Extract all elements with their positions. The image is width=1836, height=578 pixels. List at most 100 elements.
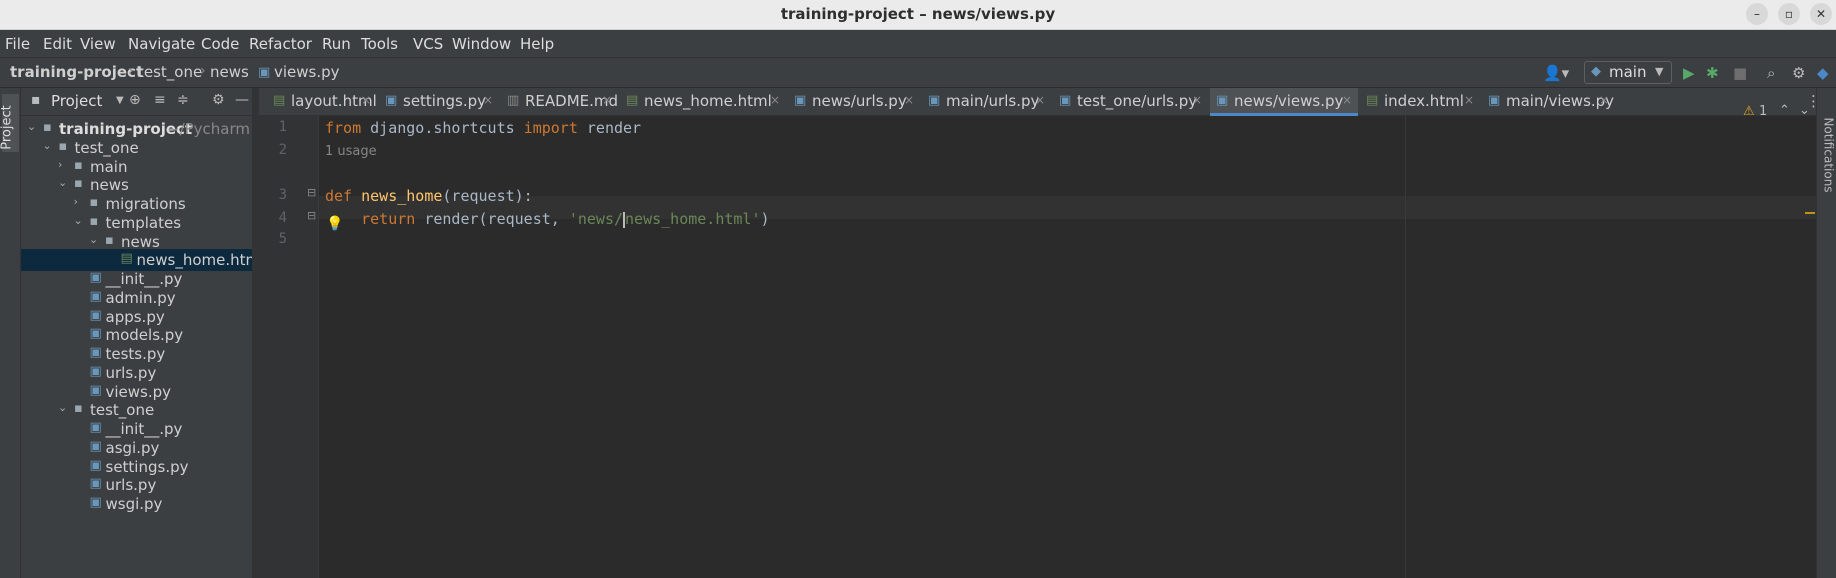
- tree-item-label: wsgi.py: [105, 495, 163, 513]
- project-tool-button[interactable]: Project: [0, 94, 19, 152]
- locate-icon[interactable]: ⊕: [129, 92, 141, 108]
- tab-main-views-py[interactable]: ▣ main/views.py ×: [1482, 88, 1615, 116]
- tab-readme-md[interactable]: ▥ README.md ×: [501, 88, 618, 116]
- chevron-down-icon[interactable]: ⌄: [27, 120, 39, 133]
- settings-icon[interactable]: ⚙: [1792, 64, 1805, 82]
- right-margin-guide: [1405, 116, 1406, 578]
- breadcrumb-separator: ›: [200, 63, 206, 79]
- fold-icon[interactable]: ⊟: [307, 186, 316, 199]
- notifications-tool-label[interactable]: Notifications: [1822, 117, 1836, 192]
- breadcrumb-separator: ›: [128, 63, 134, 79]
- code-editor[interactable]: from django.shortcuts import render def n…: [319, 103, 1816, 578]
- menu-tools[interactable]: Tools: [361, 35, 398, 53]
- menu-code[interactable]: Code: [201, 35, 239, 53]
- tab-label: news_home.html: [644, 92, 772, 110]
- menu-navigate[interactable]: Navigate: [128, 35, 195, 53]
- close-tab-icon[interactable]: ×: [361, 93, 371, 107]
- run-icon[interactable]: ▶: [1683, 64, 1695, 82]
- breadcrumb-item[interactable]: news: [210, 63, 249, 81]
- tab-main-urls-py[interactable]: ▣ main/urls.py ×: [922, 88, 1051, 116]
- python-file-icon: ▣: [794, 93, 807, 108]
- inspection-count[interactable]: 1: [1759, 104, 1767, 119]
- tree-item-label: models.py: [105, 326, 184, 345]
- menu-window[interactable]: Window: [452, 35, 511, 53]
- next-highlight-icon[interactable]: ⌄: [1799, 103, 1810, 118]
- menu-bar: File Edit View Navigate Code Refactor Ru…: [0, 30, 1836, 58]
- project-panel-title[interactable]: Project: [51, 92, 102, 110]
- toolbox-icon[interactable]: ◆: [1817, 64, 1829, 82]
- tab-settings-py[interactable]: ▣ settings.py ×: [379, 88, 499, 116]
- menu-file[interactable]: File: [5, 35, 30, 53]
- gear-icon[interactable]: ⚙: [212, 92, 225, 108]
- chevron-down-icon[interactable]: ▼: [116, 95, 124, 106]
- project-panel: ▪ Project ▼ ⊕ ≡ ≑ ⚙ — ⌄ ▪ training-project…: [21, 88, 253, 578]
- close-tab-icon[interactable]: ×: [1342, 93, 1352, 107]
- tab-label: main/urls.py: [946, 92, 1040, 110]
- tree-item-label: main: [90, 157, 128, 176]
- tab-news-urls-py[interactable]: ▣ news/urls.py ×: [788, 88, 920, 116]
- folder-icon: ▪: [74, 157, 83, 173]
- menu-refactor[interactable]: Refactor: [249, 35, 312, 53]
- menu-help[interactable]: Help: [520, 35, 554, 53]
- tree-item-wsgi-py[interactable]: ▣ wsgi.py: [21, 493, 252, 515]
- line-number: 2: [278, 142, 287, 158]
- chevron-right-icon[interactable]: ›: [74, 195, 86, 208]
- hide-icon[interactable]: —: [235, 92, 249, 108]
- user-icon[interactable]: 👤▾: [1543, 64, 1569, 82]
- close-tab-icon[interactable]: ×: [1464, 93, 1474, 107]
- breadcrumb-item[interactable]: views.py: [274, 63, 340, 81]
- chevron-down-icon[interactable]: ⌄: [74, 214, 86, 227]
- expand-all-icon[interactable]: ≡: [154, 92, 166, 108]
- minimize-button[interactable]: –: [1746, 3, 1768, 25]
- code-line[interactable]: from django.shortcuts import render: [325, 119, 641, 137]
- warning-icon[interactable]: ⚠: [1743, 104, 1755, 119]
- menu-vcs[interactable]: VCS: [413, 35, 443, 53]
- breadcrumb-item[interactable]: test_one: [138, 63, 202, 81]
- python-file-icon: ▣: [385, 93, 398, 108]
- search-icon[interactable]: ⌕: [1767, 64, 1775, 82]
- intention-lightbulb-icon[interactable]: 💡: [326, 216, 343, 232]
- close-tab-icon[interactable]: ×: [483, 93, 493, 107]
- close-tab-icon[interactable]: ×: [1035, 93, 1045, 107]
- warning-marker[interactable]: [1805, 212, 1815, 214]
- menu-run[interactable]: Run: [322, 35, 351, 53]
- close-tab-icon[interactable]: ×: [770, 93, 780, 107]
- code-line[interactable]: return render(request, 'news/news_home.h…: [325, 210, 770, 228]
- code-token: ): [760, 210, 770, 228]
- chevron-down-icon[interactable]: ⌄: [43, 139, 55, 152]
- chevron-right-icon[interactable]: ›: [58, 158, 70, 171]
- run-config-select[interactable]: ◆ main ▼: [1584, 61, 1672, 84]
- maximize-button[interactable]: ▫: [1778, 3, 1800, 25]
- fold-end-icon[interactable]: ⊟: [307, 209, 316, 222]
- tab-news-views-py[interactable]: ▣ news/views.py ×: [1210, 88, 1358, 116]
- close-tab-icon[interactable]: ×: [1192, 93, 1202, 107]
- menu-view[interactable]: View: [80, 35, 116, 53]
- code-line[interactable]: def news_home(request):: [325, 187, 533, 205]
- python-file-icon: ▣: [89, 438, 102, 454]
- close-button[interactable]: ✕: [1810, 3, 1832, 25]
- python-file-icon: ▣: [89, 382, 102, 398]
- close-tab-icon[interactable]: ×: [1599, 93, 1609, 107]
- tab-layout-html[interactable]: ▤ layout.html ×: [267, 88, 377, 116]
- tree-item-label: news_home.htm: [136, 251, 253, 270]
- collapse-all-icon[interactable]: ≑: [177, 92, 189, 108]
- usage-hint[interactable]: 1 usage: [325, 144, 377, 159]
- close-tab-icon[interactable]: ×: [602, 93, 612, 107]
- debug-icon[interactable]: ✱: [1706, 64, 1719, 82]
- close-tab-icon[interactable]: ×: [904, 93, 914, 107]
- chevron-down-icon[interactable]: ⌄: [58, 176, 70, 189]
- html-file-icon: ▤: [626, 93, 639, 108]
- chevron-down-icon[interactable]: ⌄: [58, 401, 70, 414]
- previous-highlight-icon[interactable]: ⌃: [1779, 103, 1790, 118]
- stop-icon[interactable]: ■: [1733, 64, 1747, 82]
- code-token: render(request,: [415, 210, 569, 228]
- tab-index-html[interactable]: ▤ index.html ×: [1360, 88, 1480, 116]
- chevron-down-icon[interactable]: ⌄: [89, 233, 101, 246]
- tree-item-label: test_one: [90, 401, 155, 420]
- menu-edit[interactable]: Edit: [43, 35, 72, 53]
- tree-item-label: test_one: [74, 138, 139, 157]
- tab-news-home-html[interactable]: ▤ news_home.html ×: [620, 88, 786, 116]
- breadcrumb-project[interactable]: training-project: [10, 63, 143, 81]
- code-token: from: [325, 119, 362, 137]
- tab-test-one-urls-py[interactable]: ▣ test_one/urls.py ×: [1053, 88, 1208, 116]
